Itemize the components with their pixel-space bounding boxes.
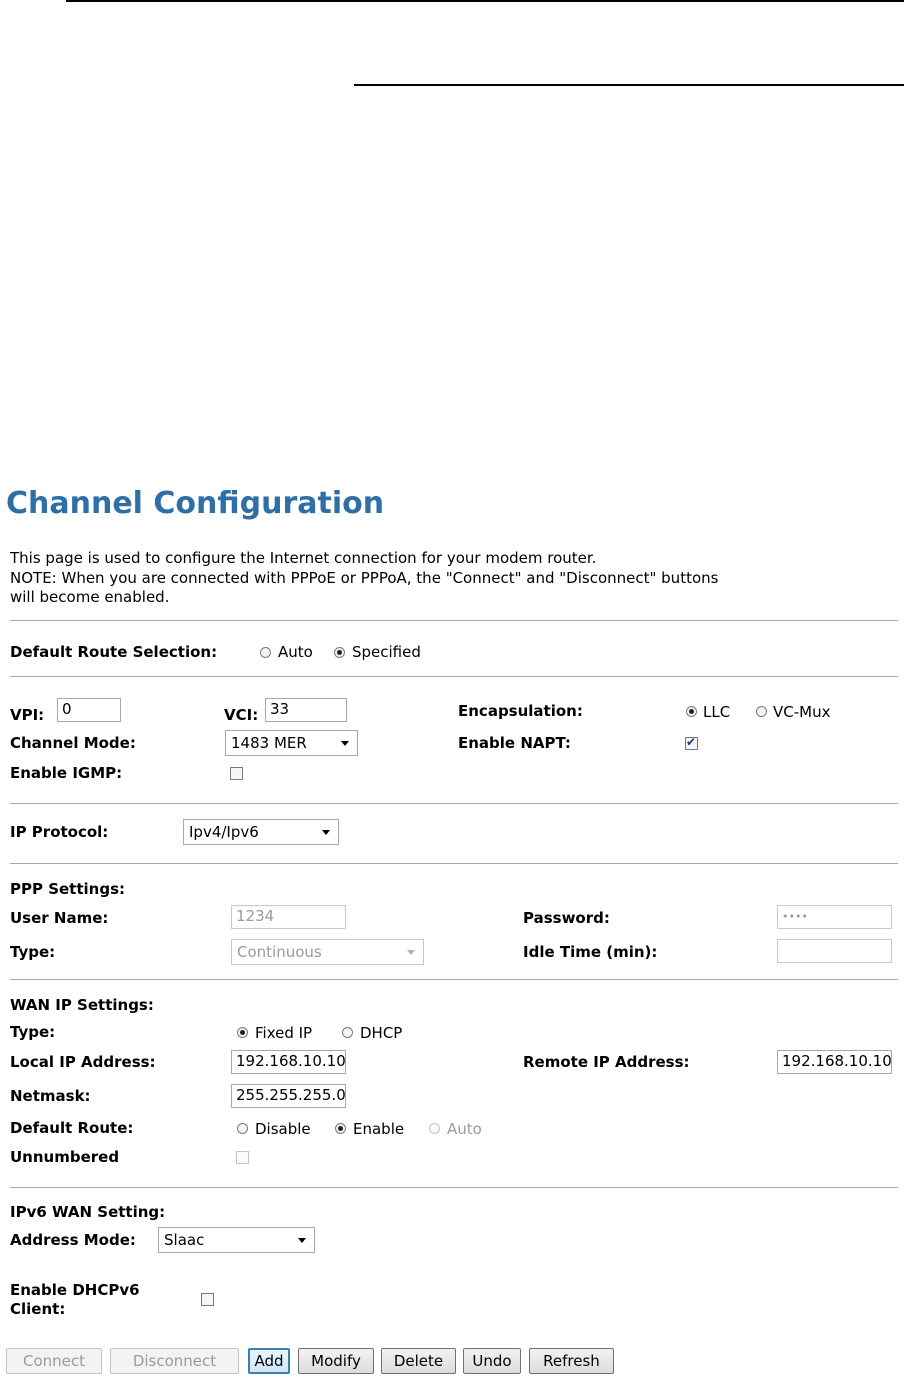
default-route-enable-radio[interactable] bbox=[335, 1123, 346, 1134]
chevron-down-icon bbox=[298, 1238, 306, 1243]
description-line: This page is used to configure the Inter… bbox=[10, 549, 597, 567]
local-ip-label: Local IP Address: bbox=[10, 1053, 156, 1071]
wan-type-fixed-ip-label: Fixed IP bbox=[255, 1024, 313, 1042]
refresh-button[interactable]: Refresh bbox=[529, 1348, 614, 1374]
unnumbered-checkbox[interactable] bbox=[236, 1151, 249, 1164]
wan-type-fixed-ip-radio[interactable] bbox=[237, 1027, 248, 1038]
password-label: Password: bbox=[523, 909, 610, 927]
page-title: Channel Configuration bbox=[6, 486, 385, 521]
encapsulation-vcmux-radio[interactable] bbox=[756, 706, 767, 717]
ppp-settings-heading: PPP Settings: bbox=[10, 880, 126, 898]
channel-mode-value: 1483 MER bbox=[231, 734, 307, 752]
separator bbox=[10, 676, 898, 677]
separator bbox=[10, 1187, 898, 1188]
unnumbered-label: Unnumbered bbox=[10, 1148, 120, 1166]
default-route-auto-label: Auto bbox=[278, 643, 313, 661]
delete-button[interactable]: Delete bbox=[381, 1348, 456, 1374]
vci-label: VCI: bbox=[224, 706, 259, 724]
user-name-label: User Name: bbox=[10, 909, 109, 927]
default-route-enable-label: Enable bbox=[353, 1120, 405, 1138]
default-route-auto-radio[interactable] bbox=[429, 1123, 440, 1134]
address-mode-label: Address Mode: bbox=[10, 1231, 136, 1249]
ipv6-wan-setting-heading: IPv6 WAN Setting: bbox=[10, 1203, 166, 1221]
enable-dhcpv6-checkbox[interactable] bbox=[201, 1293, 214, 1306]
remote-ip-label: Remote IP Address: bbox=[523, 1053, 690, 1071]
default-route-auto-label: Auto bbox=[447, 1120, 482, 1138]
default-route-specified-radio[interactable] bbox=[334, 647, 345, 658]
enable-napt-label: Enable NAPT: bbox=[458, 734, 571, 752]
ppp-type-select[interactable]: Continuous bbox=[231, 939, 424, 965]
undo-button[interactable]: Undo bbox=[463, 1348, 521, 1374]
encapsulation-llc-label: LLC bbox=[703, 703, 731, 721]
netmask-label: Netmask: bbox=[10, 1087, 91, 1105]
enable-dhcpv6-label: Enable DHCPv6 Client: bbox=[10, 1281, 140, 1319]
second-rule bbox=[354, 84, 904, 86]
password-input[interactable]: •••• bbox=[777, 905, 892, 929]
ip-protocol-label: IP Protocol: bbox=[10, 823, 109, 841]
wan-type-dhcp-radio[interactable] bbox=[342, 1027, 353, 1038]
wan-type-dhcp-label: DHCP bbox=[360, 1024, 403, 1042]
encapsulation-llc-radio[interactable] bbox=[686, 706, 697, 717]
channel-mode-label: Channel Mode: bbox=[10, 734, 136, 752]
ip-protocol-value: Ipv4/Ipv6 bbox=[189, 823, 259, 841]
enable-napt-checkbox[interactable]: ✔ bbox=[685, 735, 698, 750]
ppp-type-value: Continuous bbox=[237, 943, 322, 961]
enable-dhcpv6-label-line2: Client: bbox=[10, 1300, 66, 1318]
separator bbox=[10, 979, 898, 980]
encapsulation-vcmux-label: VC-Mux bbox=[773, 703, 831, 721]
ip-protocol-select[interactable]: Ipv4/Ipv6 bbox=[183, 819, 339, 845]
channel-mode-select[interactable]: 1483 MER bbox=[225, 730, 358, 756]
chevron-down-icon bbox=[341, 741, 349, 746]
connect-button[interactable]: Connect bbox=[6, 1348, 102, 1374]
add-button[interactable]: Add bbox=[248, 1348, 290, 1374]
address-mode-select[interactable]: Slaac bbox=[158, 1227, 315, 1253]
wan-type-label: Type: bbox=[10, 1023, 56, 1041]
vpi-label: VPI: bbox=[10, 706, 45, 724]
idle-time-label: Idle Time (min): bbox=[523, 943, 658, 961]
default-route-specified-label: Specified bbox=[352, 643, 421, 661]
default-route-auto-radio[interactable] bbox=[260, 647, 271, 658]
disconnect-button[interactable]: Disconnect bbox=[110, 1348, 239, 1374]
default-route-disable-label: Disable bbox=[255, 1120, 311, 1138]
default-route-disable-radio[interactable] bbox=[237, 1123, 248, 1134]
separator bbox=[10, 803, 898, 804]
ppp-type-label: Type: bbox=[10, 943, 56, 961]
default-route-label: Default Route: bbox=[10, 1119, 134, 1137]
description-line: will become enabled. bbox=[10, 588, 170, 606]
separator bbox=[10, 863, 898, 864]
modify-button[interactable]: Modify bbox=[298, 1348, 374, 1374]
user-name-input[interactable]: 1234 bbox=[231, 905, 346, 929]
page-description: This page is used to configure the Inter… bbox=[10, 549, 718, 608]
vpi-input[interactable]: 0 bbox=[57, 698, 121, 722]
wan-ip-settings-heading: WAN IP Settings: bbox=[10, 996, 154, 1014]
enable-igmp-checkbox[interactable] bbox=[230, 767, 243, 780]
local-ip-input[interactable]: 192.168.10.100 bbox=[231, 1050, 346, 1074]
chevron-down-icon bbox=[322, 830, 330, 835]
vci-input[interactable]: 33 bbox=[265, 698, 347, 722]
idle-time-input[interactable] bbox=[777, 939, 892, 963]
description-line: NOTE: When you are connected with PPPoE … bbox=[10, 568, 719, 587]
top-rule bbox=[66, 0, 904, 2]
netmask-input[interactable]: 255.255.255.0 bbox=[231, 1084, 346, 1108]
remote-ip-input[interactable]: 192.168.10.100 bbox=[777, 1050, 892, 1074]
default-route-selection-label: Default Route Selection: bbox=[10, 643, 218, 661]
enable-dhcpv6-label-line1: Enable DHCPv6 bbox=[10, 1281, 140, 1299]
enable-igmp-label: Enable IGMP: bbox=[10, 764, 123, 782]
encapsulation-label: Encapsulation: bbox=[458, 702, 583, 720]
address-mode-value: Slaac bbox=[164, 1231, 205, 1249]
chevron-down-icon bbox=[407, 950, 415, 955]
separator bbox=[10, 620, 898, 621]
checkmark-icon: ✔ bbox=[686, 735, 697, 749]
